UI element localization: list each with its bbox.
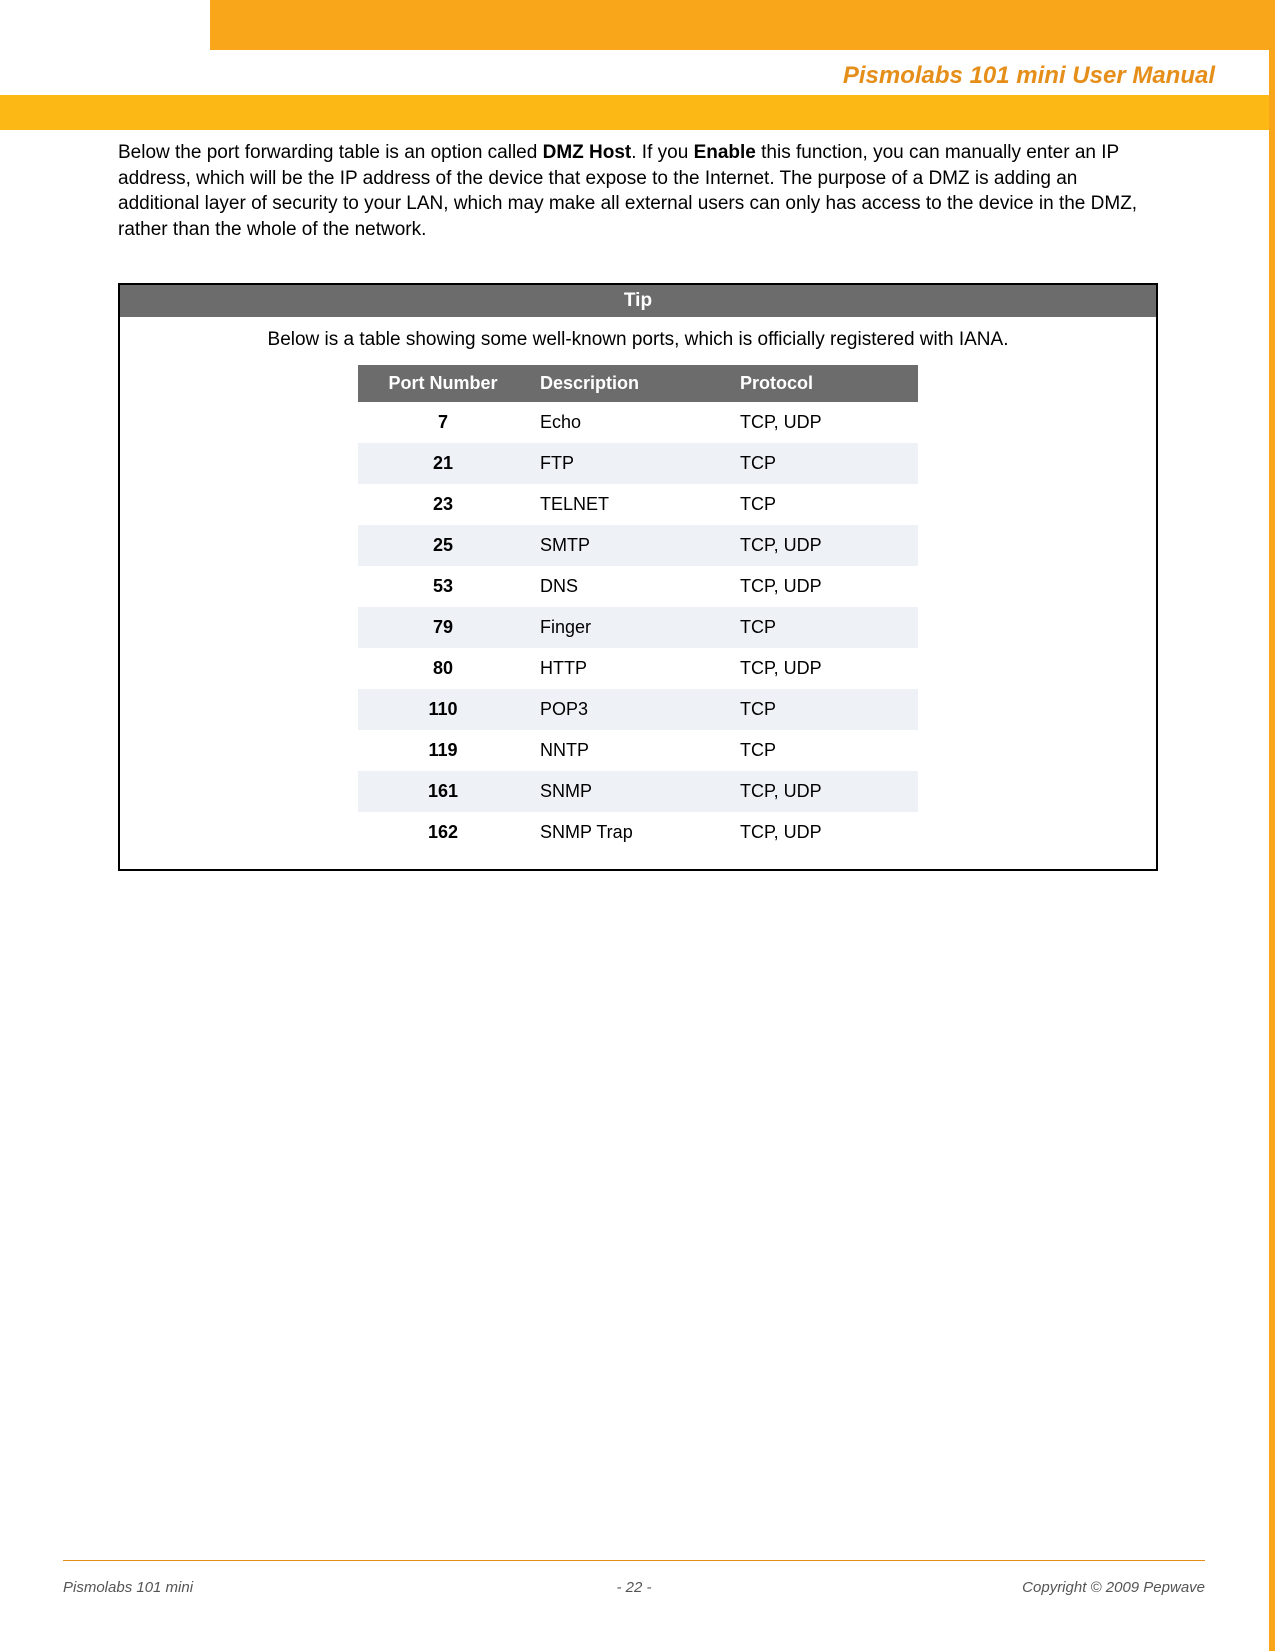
cell-port: 53 [358, 566, 528, 607]
cell-port: 7 [358, 402, 528, 443]
tip-subtitle: Below is a table showing some well-known… [120, 317, 1156, 365]
header-band [0, 95, 1275, 130]
cell-port: 162 [358, 812, 528, 853]
ports-table: Port Number Description Protocol 7 Echo … [358, 365, 918, 853]
cell-desc: NNTP [528, 730, 728, 771]
cell-port: 80 [358, 648, 528, 689]
page-content: Below the port forwarding table is an op… [118, 140, 1158, 871]
tip-box: Tip Below is a table showing some well-k… [118, 283, 1158, 871]
table-row: 25 SMTP TCP, UDP [358, 525, 918, 566]
cell-port: 119 [358, 730, 528, 771]
table-row: 161 SNMP TCP, UDP [358, 771, 918, 812]
cell-desc: SNMP Trap [528, 812, 728, 853]
tip-header: Tip [120, 285, 1156, 317]
cell-proto: TCP [728, 484, 918, 525]
table-row: 119 NNTP TCP [358, 730, 918, 771]
table-row: 23 TELNET TCP [358, 484, 918, 525]
table-row: 7 Echo TCP, UDP [358, 402, 918, 443]
cell-port: 23 [358, 484, 528, 525]
cell-proto: TCP, UDP [728, 566, 918, 607]
cell-desc: DNS [528, 566, 728, 607]
table-row: 110 POP3 TCP [358, 689, 918, 730]
col-proto-header: Protocol [728, 365, 918, 402]
page-right-border [1269, 0, 1275, 1651]
cell-port: 110 [358, 689, 528, 730]
footer-divider [63, 1560, 1205, 1561]
cell-port: 161 [358, 771, 528, 812]
body-paragraph: Below the port forwarding table is an op… [118, 140, 1158, 243]
cell-desc: SNMP [528, 771, 728, 812]
cell-desc: SMTP [528, 525, 728, 566]
cell-proto: TCP [728, 443, 918, 484]
cell-proto: TCP, UDP [728, 771, 918, 812]
page-header: Pismolabs 101 mini User Manual [0, 0, 1275, 130]
footer-copyright: Copyright © 2009 Pepwave [905, 1579, 1205, 1596]
cell-desc: POP3 [528, 689, 728, 730]
footer-page-number: - 22 - [363, 1579, 905, 1596]
cell-proto: TCP [728, 730, 918, 771]
cell-proto: TCP [728, 607, 918, 648]
cell-proto: TCP, UDP [728, 648, 918, 689]
table-row: 79 Finger TCP [358, 607, 918, 648]
header-accent-block [210, 0, 1275, 50]
footer-row: Pismolabs 101 mini - 22 - Copyright © 20… [63, 1579, 1205, 1596]
body-text-c: . If you [631, 142, 693, 163]
table-row: 21 FTP TCP [358, 443, 918, 484]
cell-proto: TCP [728, 689, 918, 730]
cell-proto: TCP, UDP [728, 812, 918, 853]
cell-desc: TELNET [528, 484, 728, 525]
table-row: 53 DNS TCP, UDP [358, 566, 918, 607]
cell-desc: HTTP [528, 648, 728, 689]
header-title: Pismolabs 101 mini User Manual [843, 62, 1215, 90]
cell-desc: Echo [528, 402, 728, 443]
body-text-a: Below the port forwarding table is an op… [118, 142, 543, 163]
col-desc-header: Description [528, 365, 728, 402]
cell-port: 21 [358, 443, 528, 484]
body-bold-enable: Enable [694, 142, 756, 163]
cell-port: 25 [358, 525, 528, 566]
cell-desc: FTP [528, 443, 728, 484]
footer-left: Pismolabs 101 mini [63, 1579, 363, 1596]
col-port-header: Port Number [358, 365, 528, 402]
cell-proto: TCP, UDP [728, 525, 918, 566]
ports-table-header-row: Port Number Description Protocol [358, 365, 918, 402]
cell-proto: TCP, UDP [728, 402, 918, 443]
body-bold-dmz: DMZ Host [543, 142, 632, 163]
page-footer: Pismolabs 101 mini - 22 - Copyright © 20… [63, 1560, 1205, 1596]
cell-port: 79 [358, 607, 528, 648]
cell-desc: Finger [528, 607, 728, 648]
table-row: 80 HTTP TCP, UDP [358, 648, 918, 689]
table-row: 162 SNMP Trap TCP, UDP [358, 812, 918, 853]
